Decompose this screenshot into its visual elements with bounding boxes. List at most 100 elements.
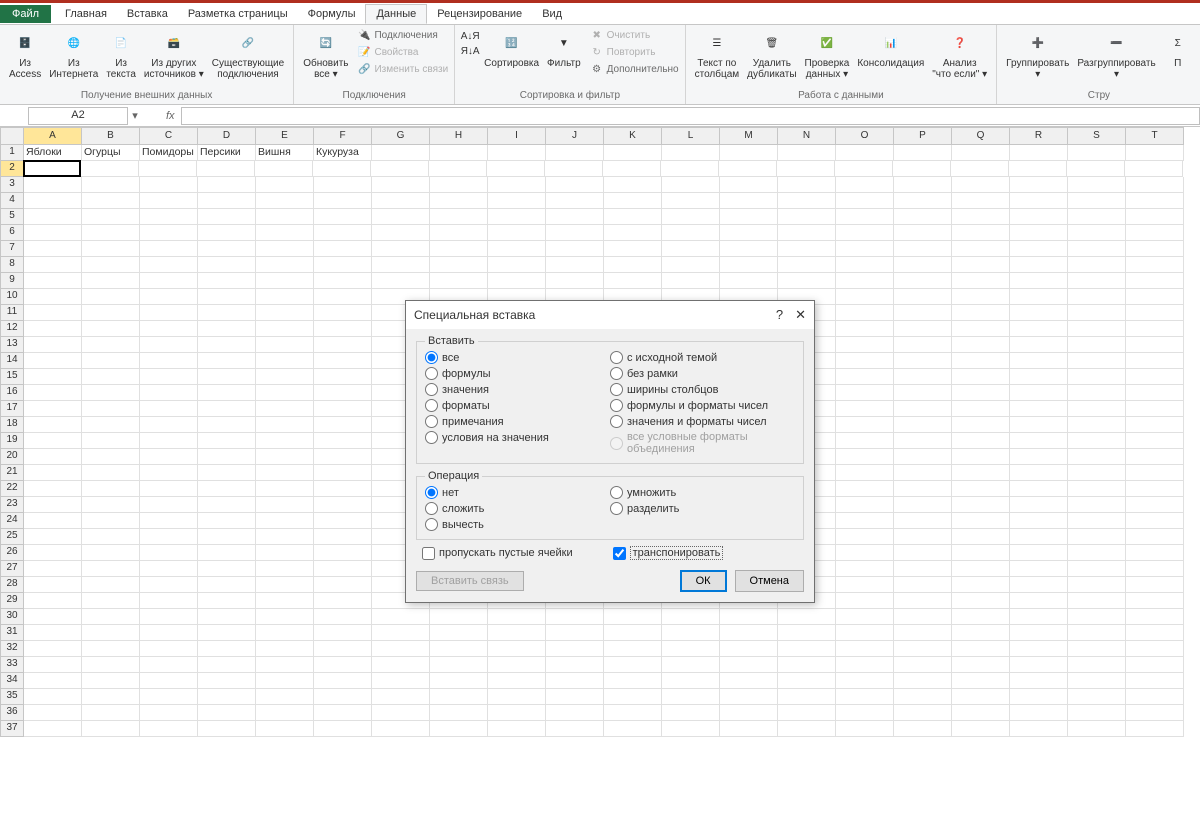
cell[interactable] — [82, 625, 140, 641]
row-header[interactable]: 19 — [0, 433, 24, 449]
cell[interactable] — [256, 561, 314, 577]
cell[interactable] — [1010, 241, 1068, 257]
cell[interactable] — [720, 657, 778, 673]
cell[interactable] — [488, 673, 546, 689]
cell[interactable] — [894, 257, 952, 273]
cell[interactable]: Кукуруза — [314, 145, 372, 161]
sort-za-button[interactable]: Я↓А — [463, 44, 477, 58]
cell[interactable] — [836, 593, 894, 609]
cell[interactable] — [430, 625, 488, 641]
cell[interactable] — [1126, 561, 1184, 577]
cell[interactable] — [140, 721, 198, 737]
cell[interactable] — [140, 561, 198, 577]
row-header[interactable]: 30 — [0, 609, 24, 625]
cell[interactable] — [198, 433, 256, 449]
cell[interactable] — [314, 401, 372, 417]
cell[interactable] — [894, 305, 952, 321]
cell[interactable] — [836, 625, 894, 641]
dialog-help-button[interactable]: ? — [776, 307, 783, 323]
cell[interactable] — [778, 657, 836, 673]
column-header[interactable]: F — [314, 127, 372, 145]
cell[interactable] — [894, 593, 952, 609]
cell[interactable] — [1010, 417, 1068, 433]
cell[interactable] — [836, 433, 894, 449]
cell[interactable] — [140, 529, 198, 545]
from-text-button[interactable]: 📄Из текста — [103, 27, 139, 82]
cell[interactable] — [140, 225, 198, 241]
cell[interactable] — [1126, 497, 1184, 513]
cell[interactable] — [1068, 577, 1126, 593]
cell[interactable] — [430, 641, 488, 657]
cell[interactable] — [430, 689, 488, 705]
cell[interactable] — [894, 209, 952, 225]
column-header[interactable]: C — [140, 127, 198, 145]
cell[interactable] — [720, 705, 778, 721]
advanced-filter-button[interactable]: ⚙Дополнительно — [590, 61, 679, 77]
cell[interactable] — [545, 161, 603, 177]
cell[interactable] — [430, 273, 488, 289]
cell[interactable] — [894, 545, 952, 561]
cell[interactable] — [256, 289, 314, 305]
cell[interactable] — [952, 289, 1010, 305]
fx-icon[interactable]: fx — [166, 110, 175, 122]
cell[interactable] — [1010, 449, 1068, 465]
cell[interactable] — [140, 641, 198, 657]
cell[interactable] — [24, 193, 82, 209]
cell[interactable] — [140, 449, 198, 465]
cell[interactable] — [894, 577, 952, 593]
cell[interactable] — [778, 209, 836, 225]
cell[interactable] — [314, 721, 372, 737]
cell[interactable] — [372, 257, 430, 273]
cell[interactable] — [488, 641, 546, 657]
cell[interactable] — [314, 609, 372, 625]
existing-conn-button[interactable]: 🔗Существующие подключения — [209, 27, 287, 82]
transpose-checkbox[interactable]: транспонировать — [613, 546, 724, 560]
cell[interactable] — [313, 161, 371, 177]
ok-button[interactable]: ОК — [680, 570, 727, 592]
cell[interactable] — [372, 609, 430, 625]
cell[interactable] — [430, 705, 488, 721]
cell[interactable] — [546, 257, 604, 273]
cell[interactable] — [256, 673, 314, 689]
paste-link-button[interactable]: Вставить связь — [416, 571, 524, 591]
cell[interactable] — [314, 449, 372, 465]
cell[interactable] — [836, 257, 894, 273]
cell[interactable] — [894, 401, 952, 417]
cell[interactable] — [24, 657, 82, 673]
cell[interactable] — [488, 721, 546, 737]
column-header[interactable]: J — [546, 127, 604, 145]
cell[interactable] — [82, 433, 140, 449]
cell[interactable] — [82, 641, 140, 657]
cell[interactable] — [24, 689, 82, 705]
cell[interactable] — [952, 625, 1010, 641]
cell[interactable] — [488, 177, 546, 193]
cell[interactable] — [894, 369, 952, 385]
cell[interactable] — [140, 401, 198, 417]
cell[interactable] — [198, 401, 256, 417]
cell[interactable] — [720, 689, 778, 705]
cell[interactable] — [1126, 417, 1184, 433]
cell[interactable] — [836, 449, 894, 465]
cell[interactable] — [836, 561, 894, 577]
cell[interactable] — [662, 609, 720, 625]
cell[interactable] — [835, 161, 893, 177]
cell[interactable] — [952, 353, 1010, 369]
cell[interactable] — [1010, 209, 1068, 225]
cell[interactable] — [82, 689, 140, 705]
cell[interactable] — [24, 385, 82, 401]
cell[interactable] — [836, 577, 894, 593]
cell[interactable] — [82, 449, 140, 465]
cell[interactable] — [140, 337, 198, 353]
cell[interactable] — [256, 465, 314, 481]
cell[interactable] — [314, 529, 372, 545]
cell[interactable] — [720, 641, 778, 657]
cell[interactable] — [198, 385, 256, 401]
cell[interactable] — [1126, 689, 1184, 705]
column-header[interactable]: I — [488, 127, 546, 145]
cell[interactable] — [952, 257, 1010, 273]
cell[interactable] — [372, 177, 430, 193]
cell[interactable] — [894, 529, 952, 545]
row-header[interactable]: 4 — [0, 193, 24, 209]
cell[interactable]: Яблоки — [24, 145, 82, 161]
cell[interactable] — [140, 625, 198, 641]
